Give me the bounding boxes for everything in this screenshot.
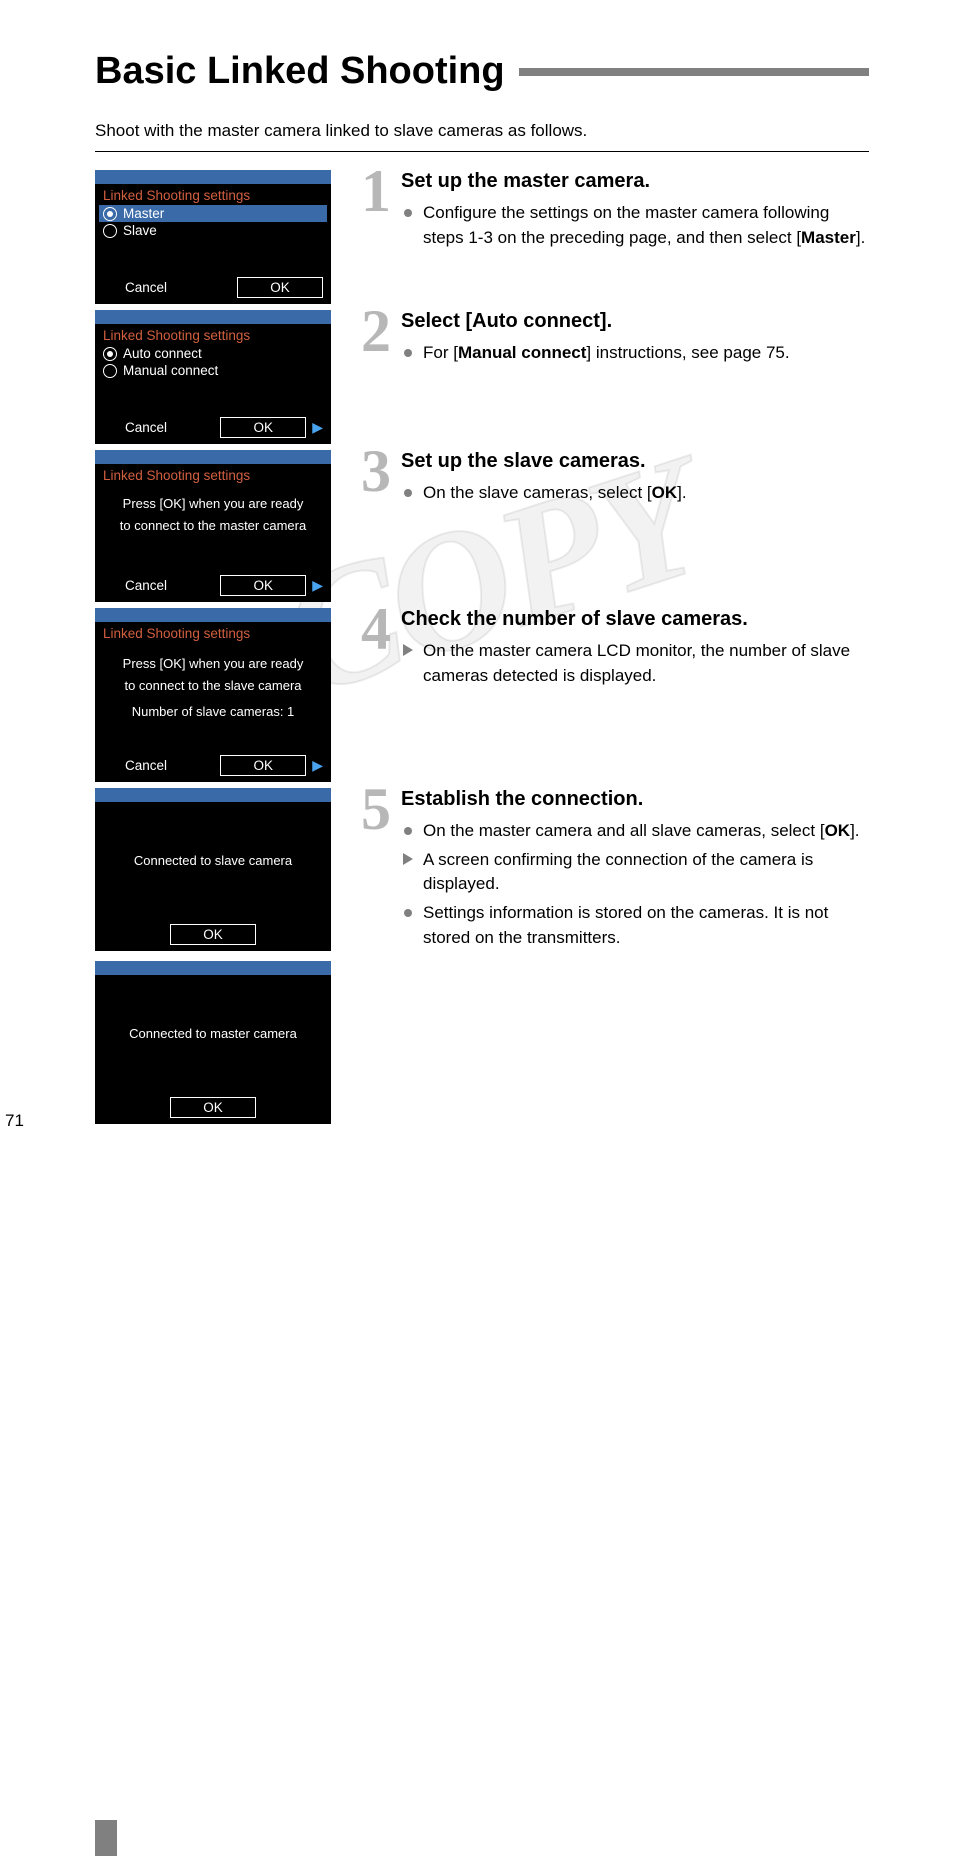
screen-message: Connected to master camera bbox=[121, 1023, 305, 1045]
step-row-3: Linked Shooting settings Press [OK] when… bbox=[95, 450, 869, 602]
bullet-item: On the slave cameras, select [OK]. bbox=[401, 481, 869, 506]
step-heading: Establish the connection. bbox=[401, 788, 869, 811]
bullet-item: On the master camera and all slave camer… bbox=[401, 819, 869, 844]
step-heading: Set up the master camera. bbox=[401, 170, 869, 193]
radio-option-manual[interactable]: Manual connect bbox=[95, 362, 331, 379]
screen-message: Connected to slave camera bbox=[126, 850, 300, 872]
camera-screen-5a: Connected to slave camera OK bbox=[95, 788, 331, 951]
page-number: 71 bbox=[5, 1111, 779, 1131]
option-label: Master bbox=[123, 206, 164, 221]
radio-icon bbox=[103, 347, 117, 361]
screen-title: Linked Shooting settings bbox=[95, 622, 331, 643]
radio-icon bbox=[103, 364, 117, 378]
step-number: 4 bbox=[351, 605, 391, 653]
step-row-4: Linked Shooting settings Press [OK] when… bbox=[95, 608, 869, 782]
step-heading: Select [Auto connect]. bbox=[401, 310, 869, 333]
radio-option-master[interactable]: Master bbox=[99, 205, 327, 222]
step-heading: Set up the slave cameras. bbox=[401, 450, 869, 473]
intro-rule bbox=[95, 151, 869, 152]
screen-title: Linked Shooting settings bbox=[95, 184, 331, 205]
radio-icon bbox=[103, 207, 117, 221]
bullet-item: For [Manual connect] instructions, see p… bbox=[401, 341, 869, 366]
radio-option-slave[interactable]: Slave bbox=[95, 222, 331, 239]
right-arrow-icon: ▶ bbox=[312, 419, 323, 436]
step-heading: Check the number of slave cameras. bbox=[401, 608, 869, 631]
option-label: Slave bbox=[123, 223, 157, 238]
ok-button[interactable]: OK bbox=[220, 755, 306, 776]
camera-screen-4: Linked Shooting settings Press [OK] when… bbox=[95, 608, 331, 782]
camera-screen-1: Linked Shooting settings Master Slave Ca… bbox=[95, 170, 331, 304]
screen-title: Linked Shooting settings bbox=[95, 464, 331, 485]
cancel-button[interactable]: Cancel bbox=[103, 576, 189, 595]
step-row-1: Linked Shooting settings Master Slave Ca… bbox=[95, 170, 869, 304]
screen-message: to connect to the slave camera bbox=[95, 675, 331, 697]
step-number: 2 bbox=[351, 307, 391, 355]
bullet-item: Configure the settings on the master cam… bbox=[401, 201, 869, 250]
ok-button[interactable]: OK bbox=[220, 575, 306, 596]
bullet-item: On the master camera LCD monitor, the nu… bbox=[401, 639, 869, 688]
cancel-button[interactable]: Cancel bbox=[103, 418, 189, 437]
ok-button[interactable]: OK bbox=[220, 417, 306, 438]
option-label: Auto connect bbox=[123, 346, 202, 361]
bullet-item: A screen confirming the connection of th… bbox=[401, 848, 869, 897]
side-tab bbox=[95, 1820, 117, 1856]
step-row-5: Connected to slave camera OK Connected t… bbox=[95, 788, 869, 1124]
title-rule bbox=[519, 68, 869, 76]
camera-screen-2: Linked Shooting settings Auto connect Ma… bbox=[95, 310, 331, 444]
screen-title: Linked Shooting settings bbox=[95, 324, 331, 345]
radio-option-auto[interactable]: Auto connect bbox=[95, 345, 331, 362]
ok-button[interactable]: OK bbox=[170, 924, 256, 945]
title-row: Basic Linked Shooting bbox=[95, 50, 869, 93]
step-number: 5 bbox=[351, 785, 391, 833]
page-title: Basic Linked Shooting bbox=[95, 50, 519, 93]
right-arrow-icon: ▶ bbox=[312, 757, 323, 774]
cancel-button[interactable]: Cancel bbox=[103, 278, 189, 297]
ok-button[interactable]: OK bbox=[237, 277, 323, 298]
step-number: 1 bbox=[351, 167, 391, 215]
step-number: 3 bbox=[351, 447, 391, 495]
option-label: Manual connect bbox=[123, 363, 218, 378]
screen-message: to connect to the master camera bbox=[95, 515, 331, 537]
step-row-2: Linked Shooting settings Auto connect Ma… bbox=[95, 310, 869, 444]
screen-message: Press [OK] when you are ready bbox=[95, 493, 331, 515]
camera-screen-3: Linked Shooting settings Press [OK] when… bbox=[95, 450, 331, 602]
screen-message: Number of slave cameras: 1 bbox=[95, 701, 331, 723]
bullet-item: Settings information is stored on the ca… bbox=[401, 901, 869, 950]
right-arrow-icon: ▶ bbox=[312, 577, 323, 594]
intro-text: Shoot with the master camera linked to s… bbox=[95, 121, 869, 141]
screen-message: Press [OK] when you are ready bbox=[95, 653, 331, 675]
radio-icon bbox=[103, 224, 117, 238]
camera-screen-5b: Connected to master camera OK bbox=[95, 961, 331, 1124]
cancel-button[interactable]: Cancel bbox=[103, 756, 189, 775]
